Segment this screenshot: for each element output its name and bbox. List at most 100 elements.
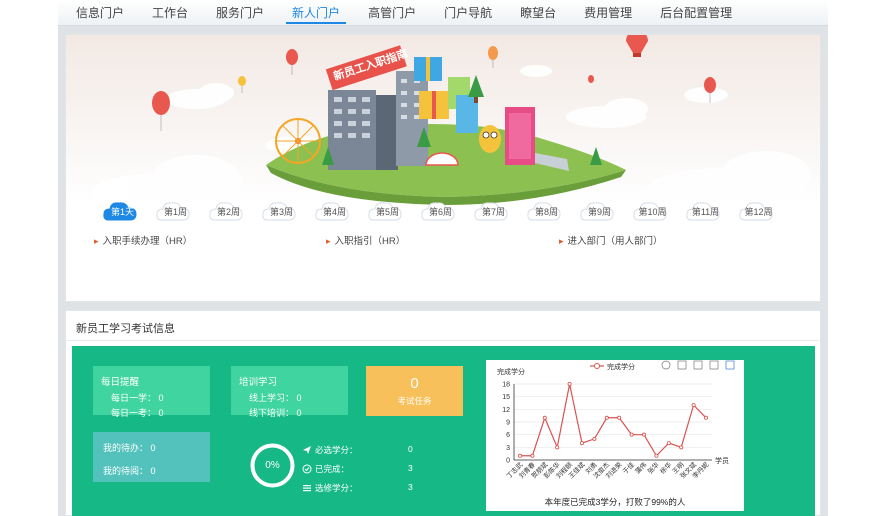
progress-ring: 0%: [249, 442, 296, 489]
credits-line-chart: 完成学分 完成学分 0 3 6 9 12 15 18 学员 丁志武 刘青春 贺朋斌 彭陈华 刘程颐 王佳斌 刘勇…: [486, 360, 744, 511]
data-point: [542, 415, 547, 420]
data-point: [703, 415, 708, 420]
chart-footer-text: 本年度已完成3学分，打败了99%的人: [544, 497, 686, 507]
progress-percent: 0%: [265, 460, 280, 471]
nav-newcomer-portal[interactable]: 新人门户: [278, 0, 354, 26]
elective-credits-row: 选修学分： 3: [302, 482, 422, 501]
week-tab-label: 第1周: [163, 206, 187, 217]
task-list: 入职手续办理（HR） 入职指引（HR） 进入部门（用人部门）: [94, 233, 794, 247]
nav-info-portal[interactable]: 信息门户: [62, 0, 138, 26]
top-navigation: 信息门户 工作台 服务门户 新人门户 高管门户 门户导航 瞭望台 费用管理 后台…: [58, 0, 828, 26]
week-tab[interactable]: 第11周: [679, 199, 732, 223]
bar-chart-icon: [709, 360, 719, 370]
week-tab-label: 第10周: [638, 206, 667, 217]
task-hr-procedures[interactable]: 入职手续办理（HR）: [94, 233, 193, 247]
week-tab[interactable]: 第1周: [149, 199, 202, 223]
daily-reminder-title: 每日提醒: [101, 377, 140, 388]
week-tab[interactable]: 第7周: [467, 199, 520, 223]
study-dashboard: 每日提醒 每日一学： 0 每日一考： 0 培训学习 线上学习： 0 线下培训： …: [72, 346, 815, 516]
week-tab[interactable]: 第12周: [732, 199, 785, 223]
task-join-department[interactable]: 进入部门（用人部门）: [559, 233, 663, 247]
daily-reminder-card[interactable]: 每日提醒 每日一学： 0 每日一考： 0: [93, 366, 210, 418]
week-tab-label: 第9周: [587, 206, 611, 217]
y-tick-label: 18: [502, 382, 510, 389]
data-point: [555, 445, 560, 450]
chart-canvas: 完成学分完成学分0369121518学员丁志武刘青春贺朋斌彭陈华刘程颐王佳斌刘勇…: [497, 360, 735, 480]
required-credits-value: 0: [408, 444, 413, 454]
nav-watchtower[interactable]: 瞭望台: [506, 0, 570, 26]
exam-task-card[interactable]: 0 考试任务: [366, 366, 463, 416]
y-tick-label: 15: [502, 394, 510, 401]
x-tick-label: 张华: [645, 460, 661, 476]
data-point: [580, 441, 585, 446]
elective-credits-value: 3: [408, 482, 413, 492]
data-point: [629, 432, 634, 437]
completed-credits-label: 已完成：: [315, 464, 350, 474]
data-point: [666, 441, 671, 446]
data-point: [604, 415, 609, 420]
nav-admin-config[interactable]: 后台配置管理: [646, 0, 746, 26]
completed-credits-row: 已完成： 3: [302, 463, 422, 482]
week-tab[interactable]: 第8周: [520, 199, 573, 223]
legend-label: 完成学分: [607, 362, 635, 371]
week-tab[interactable]: 第9周: [573, 199, 626, 223]
week-tab[interactable]: 第10周: [626, 199, 679, 223]
online-study-count: 线上学习： 0: [249, 393, 302, 403]
nav-workbench[interactable]: 工作台: [138, 0, 202, 26]
refresh-icon: [661, 360, 671, 370]
nav-service-portal[interactable]: 服务门户: [202, 0, 278, 26]
data-point: [518, 453, 523, 458]
data-point: [654, 453, 659, 458]
required-credits-label: 必选学分：: [315, 445, 358, 455]
line-chart-icon: [693, 360, 703, 370]
list-icon: [303, 485, 311, 492]
week-tab[interactable]: 第2周: [202, 199, 255, 223]
week-tab-label: 第11周: [691, 206, 720, 217]
y-tick-label: 0: [506, 458, 510, 465]
task-onboarding-guide[interactable]: 入职指引（HR）: [326, 233, 406, 247]
my-todo-count: 我的待办： 0: [103, 443, 156, 453]
offline-training-count: 线下培训： 0: [249, 408, 302, 418]
data-point: [592, 436, 597, 441]
panel-title: 新员工学习考试信息: [76, 323, 175, 335]
x-tick-label: 蒲伟: [633, 460, 649, 476]
week-tab[interactable]: 第6周: [414, 199, 467, 223]
week-tab-label: 第8周: [534, 206, 558, 217]
y-tick-label: 12: [502, 407, 510, 414]
exam-task-label: 考试任务: [397, 396, 432, 406]
week-tab-label: 第5周: [375, 206, 399, 217]
y-tick-label: 6: [506, 432, 510, 439]
week-tab[interactable]: 第4周: [308, 199, 361, 223]
portal-frame: 信息门户 工作台 服务门户 新人门户 高管门户 门户导航 瞭望台 费用管理 后台…: [58, 0, 828, 516]
data-point: [691, 403, 696, 408]
send-icon: [303, 446, 311, 454]
week-tab[interactable]: 第3周: [255, 199, 308, 223]
download-icon: [677, 360, 687, 370]
week-tab[interactable]: 第1天: [96, 199, 149, 223]
training-card[interactable]: 培训学习 线上学习： 0 线下培训： 0: [231, 366, 348, 418]
required-credits-row: 必选学分： 0: [302, 444, 422, 463]
data-point: [567, 381, 572, 386]
week-tab-label: 第4周: [322, 206, 346, 217]
elective-credits-label: 选修学分：: [315, 483, 358, 493]
series-line: [520, 383, 707, 457]
panel-divider: [66, 340, 820, 341]
training-title: 培训学习: [239, 377, 278, 388]
completed-credits-value: 3: [408, 463, 413, 473]
week-tab-label: 第1天: [110, 206, 134, 217]
week-tab-label: 第7周: [481, 206, 505, 217]
x-tick-label: 于佳: [620, 460, 636, 476]
week-tab[interactable]: 第5周: [361, 199, 414, 223]
nav-expense-management[interactable]: 费用管理: [570, 0, 646, 26]
onboarding-panel: 新员工入职指南 第1天 第1周 第2周 第3周 第4周 第5周 第6周 第7周 第8周 第9周 第1…: [65, 34, 821, 302]
nav-portal-navigation[interactable]: 门户导航: [430, 0, 506, 26]
daily-study-count: 每日一学： 0: [111, 393, 164, 403]
y-axis-label: 完成学分: [497, 367, 525, 376]
nav-executive-portal[interactable]: 高管门户: [354, 0, 430, 26]
todo-card[interactable]: 我的待办： 0 我的待阅： 0: [93, 432, 210, 482]
data-point: [530, 453, 535, 458]
onboarding-banner: 新员工入职指南: [66, 35, 820, 205]
week-tab-label: 第3周: [269, 206, 293, 217]
week-tab-label: 第2周: [216, 206, 240, 217]
data-point: [641, 432, 646, 437]
